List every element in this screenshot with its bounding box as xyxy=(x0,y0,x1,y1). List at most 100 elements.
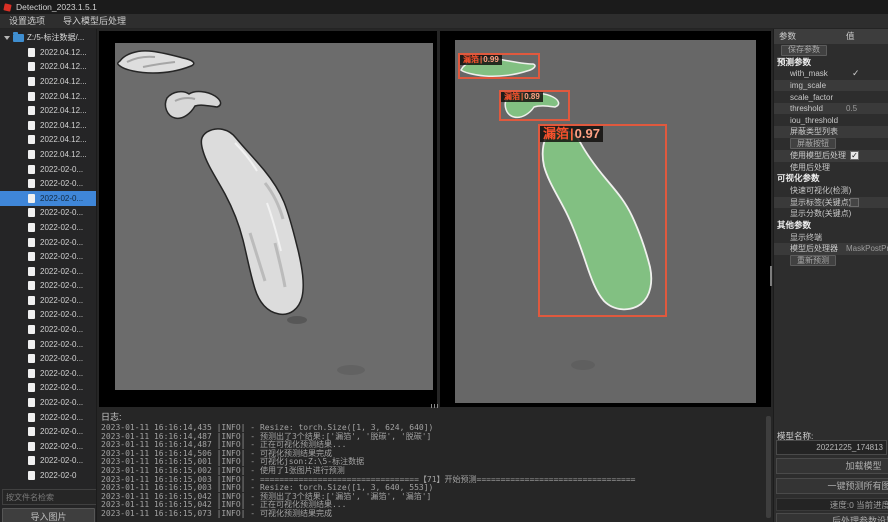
tree-item[interactable]: 2022-02-0... xyxy=(0,293,97,308)
tree-item[interactable]: 2022-02-0... xyxy=(0,162,97,177)
tree-item[interactable]: 2022-02-0... xyxy=(0,351,97,366)
file-icon xyxy=(28,456,35,465)
tree-item[interactable]: 2022-02-0... xyxy=(0,322,97,337)
tree-item-label: 2022-02-0... xyxy=(40,456,83,465)
tree-item[interactable]: 2022.04.12... xyxy=(0,89,97,104)
menu-import-postprocess[interactable]: 导入模型后处理 xyxy=(54,14,135,29)
image-smudge xyxy=(337,365,365,375)
param-row[interactable]: 模型后处理器MaskPostPro xyxy=(774,243,888,255)
file-icon xyxy=(28,325,35,334)
tree-item-label: 2022-02-0... xyxy=(40,442,83,451)
param-button[interactable]: 屏蔽按钮 xyxy=(790,138,836,149)
param-label: scale_factor xyxy=(790,93,833,102)
vertical-splitter-handle[interactable] xyxy=(770,266,772,286)
file-icon xyxy=(28,179,35,188)
tree-item[interactable]: 2022.04.12... xyxy=(0,118,97,133)
param-row[interactable]: img_scale xyxy=(774,80,888,92)
original-image-panel[interactable] xyxy=(99,31,437,407)
tree-item[interactable]: 2022-02-0... xyxy=(0,395,97,410)
param-row[interactable]: threshold 0.5 xyxy=(774,103,888,115)
tree-item[interactable]: 2022.04.12... xyxy=(0,147,97,162)
tree-item[interactable]: 2022-02-0... xyxy=(0,206,97,221)
tree-item[interactable]: 2022.04.12... xyxy=(0,60,97,75)
tree-item[interactable]: 2022.04.12... xyxy=(0,45,97,60)
tree-item[interactable]: 2022-02-0... xyxy=(0,264,97,279)
model-select[interactable]: 20221225_174813 xyxy=(776,440,887,455)
tree-item[interactable]: 2022-02-0... xyxy=(0,454,97,469)
title-bar: Detection_2023.1.5.1 xyxy=(0,0,888,14)
param-row[interactable]: scale_factor xyxy=(774,91,888,103)
param-label: threshold xyxy=(790,104,823,113)
file-icon xyxy=(28,427,35,436)
param-row[interactable]: 显示标签(关键点) xyxy=(774,197,888,209)
search-input[interactable] xyxy=(2,489,97,505)
folder-icon xyxy=(13,34,24,42)
log-scrollbar[interactable] xyxy=(766,416,771,518)
file-icon xyxy=(28,340,35,349)
tree-item-label: 2022-02-0... xyxy=(40,223,83,232)
tree-item-label: 2022.04.12... xyxy=(40,150,87,159)
tree-item[interactable]: 2022-02-0... xyxy=(0,191,97,206)
tree-item[interactable]: 2022-02-0... xyxy=(0,424,97,439)
file-icon xyxy=(28,106,35,115)
tree-item[interactable]: 2022-02-0... xyxy=(0,381,97,396)
tree-item[interactable]: 2022-02-0... xyxy=(0,176,97,191)
tree-item[interactable]: 2022-02-0 xyxy=(0,468,97,483)
tree-item[interactable]: 2022.04.12... xyxy=(0,103,97,118)
tree-item-label: 2022-02-0... xyxy=(40,281,83,290)
menu-settings[interactable]: 设置选项 xyxy=(0,14,54,29)
app-logo-icon xyxy=(3,3,11,11)
file-icon xyxy=(28,165,35,174)
load-model-button[interactable]: 加载模型 xyxy=(776,458,888,474)
tree-item[interactable]: 2022-02-0... xyxy=(0,235,97,250)
param-button[interactable]: 保存参数 xyxy=(781,45,827,56)
tree-item[interactable]: 2022-02-0... xyxy=(0,366,97,381)
tree-item[interactable]: 2022-02-0... xyxy=(0,439,97,454)
param-row[interactable]: 显示终端 xyxy=(774,231,888,243)
tree-item[interactable]: 2022-02-0... xyxy=(0,249,97,264)
param-row[interactable]: 显示分数(关键点) xyxy=(774,208,888,220)
tree-item[interactable]: 2022.04.12... xyxy=(0,74,97,89)
tree-item[interactable]: 2022-02-0... xyxy=(0,308,97,323)
param-header-value: 值 xyxy=(846,29,855,44)
tree-item[interactable]: 2022-02-0... xyxy=(0,279,97,294)
tree-item[interactable]: 2022-02-0... xyxy=(0,337,97,352)
file-icon xyxy=(28,238,35,247)
tree-item-label: 2022-02-0... xyxy=(40,398,83,407)
file-icon xyxy=(28,92,35,101)
param-row[interactable]: iou_threshold xyxy=(774,114,888,126)
param-section-title: 预测参数 xyxy=(774,57,888,69)
param-button[interactable]: 重新预测 xyxy=(790,255,836,266)
file-icon xyxy=(28,252,35,261)
tree-root-item[interactable]: Z:/5-标注数据/... xyxy=(0,30,97,45)
file-tree: Z:/5-标注数据/... 2022.04.12...2022.04.12...… xyxy=(0,30,97,488)
import-images-button[interactable]: 导入图片 xyxy=(2,508,95,522)
param-label: 显示标签(关键点) xyxy=(790,197,851,208)
predict-all-button[interactable]: 一键预测所有图片 xyxy=(776,478,888,494)
param-row[interactable]: with_mask✓ xyxy=(774,68,888,80)
checkbox-checked[interactable]: ✓ xyxy=(850,151,859,160)
tree-item[interactable]: 2022-02-0... xyxy=(0,220,97,235)
param-row[interactable]: 使用模型后处理 ✓ xyxy=(774,150,888,162)
tree-item-label: 2022-02-0... xyxy=(40,165,83,174)
tree-item[interactable]: 2022.04.12... xyxy=(0,133,97,148)
param-value: 0.5 xyxy=(846,104,857,113)
file-icon xyxy=(28,77,35,86)
caret-down-icon[interactable] xyxy=(4,36,10,40)
prediction-image-panel[interactable]: 漏箔|0.99漏箔|0.89漏箔|0.97 xyxy=(440,31,771,407)
tree-item-label: 2022.04.12... xyxy=(40,48,87,57)
tree-item[interactable]: 2022-02-0... xyxy=(0,410,97,425)
param-label: 显示分数(关键点) xyxy=(790,208,851,219)
detection-label: 漏箔|0.99 xyxy=(460,55,502,65)
postprocess-params-button[interactable]: 后处理参数设置 xyxy=(776,513,888,522)
checkbox-unchecked[interactable] xyxy=(850,198,859,207)
tree-item-label: 2022-02-0 xyxy=(40,471,76,480)
param-row[interactable]: 屏蔽类型列表 xyxy=(774,126,888,138)
file-icon xyxy=(28,383,35,392)
param-label: 使用模型后处理 xyxy=(790,150,846,161)
detection-box: 漏箔|0.99 xyxy=(458,53,540,79)
file-icon xyxy=(28,442,35,451)
param-row[interactable]: 使用后处理 xyxy=(774,162,888,174)
param-section-title: 可视化参数 xyxy=(774,173,888,185)
param-row[interactable]: 快速可视化(检测) xyxy=(774,185,888,197)
